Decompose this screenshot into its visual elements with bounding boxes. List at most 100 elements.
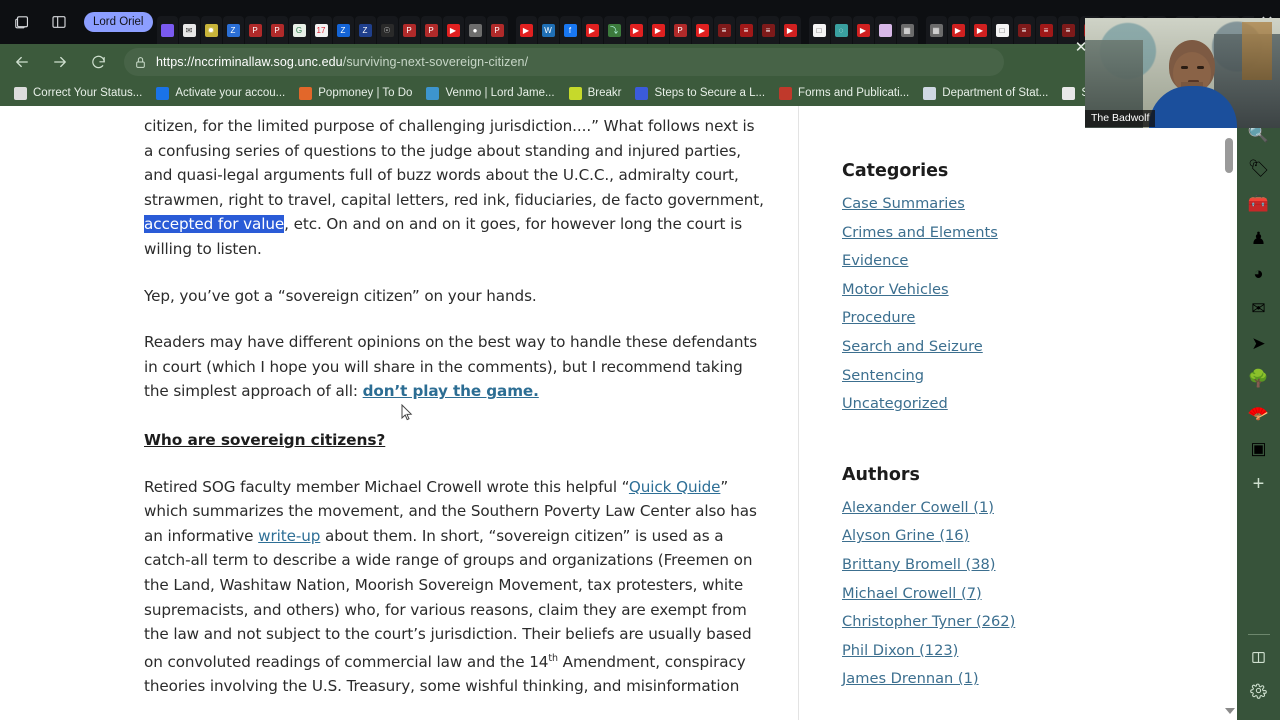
bookmark-item[interactable]: Breakr: [563, 83, 628, 103]
browser-tab[interactable]: ▶: [442, 16, 464, 44]
page-scrollbar[interactable]: [1222, 106, 1237, 720]
category-link[interactable]: Sentencing: [842, 362, 1092, 391]
author-link[interactable]: Brittany Bromell (38): [842, 551, 1092, 580]
browser-tab[interactable]: ▦: [925, 16, 947, 44]
telegram-icon[interactable]: ➤: [1243, 328, 1275, 360]
bookmark-item[interactable]: Steps to Secure a L...: [629, 83, 771, 103]
split-screen-icon[interactable]: [1243, 641, 1275, 673]
sidebar-app-list[interactable]: 🔍 🏷 🧰 ♟ ◕ ✉ ➤ 🌳 🪭 ▣ +: [1243, 118, 1275, 503]
bookmark-item[interactable]: Department of Stat...: [917, 83, 1054, 103]
lock-icon: [134, 56, 147, 69]
browser-tab[interactable]: ▶: [515, 16, 537, 44]
image-icon[interactable]: ▣: [1243, 433, 1275, 465]
browser-tab[interactable]: ▦: [896, 16, 918, 44]
author-link[interactable]: Alyson Grine (16): [842, 522, 1092, 551]
tab-favicon: ≡: [761, 23, 775, 37]
browser-tab[interactable]: [874, 16, 896, 44]
write-up-link[interactable]: write-up: [258, 527, 320, 545]
tab-group-label[interactable]: Lord Oriel: [84, 12, 153, 32]
browser-tab[interactable]: ▶: [581, 16, 603, 44]
drop-icon[interactable]: 🪭: [1243, 398, 1275, 430]
browser-tab[interactable]: P: [486, 16, 508, 44]
outlook-icon[interactable]: ✉: [1243, 293, 1275, 325]
browser-tab[interactable]: □: [808, 16, 830, 44]
shopping-tag-icon[interactable]: 🏷: [1243, 153, 1275, 185]
browser-tab[interactable]: Z: [332, 16, 354, 44]
category-link[interactable]: Crimes and Elements: [842, 219, 1092, 248]
forward-button[interactable]: [44, 47, 76, 77]
scrollbar-thumb[interactable]: [1225, 138, 1233, 173]
tab-actions-icon[interactable]: [44, 7, 74, 37]
category-link[interactable]: Procedure: [842, 304, 1092, 333]
browser-tab[interactable]: ●: [464, 16, 486, 44]
browser-tab[interactable]: [156, 16, 178, 44]
author-link[interactable]: Phil Dixon (123): [842, 637, 1092, 666]
bookmark-item[interactable]: Venmo | Lord Jame...: [420, 83, 560, 103]
dont-play-the-game-link[interactable]: don’t play the game.: [363, 382, 539, 400]
browser-tab[interactable]: 17: [310, 16, 332, 44]
bookmark-item[interactable]: Activate your accou...: [150, 83, 291, 103]
back-button[interactable]: [6, 47, 38, 77]
browser-tab[interactable]: ⤵: [603, 16, 625, 44]
browser-tab[interactable]: f: [559, 16, 581, 44]
webcam-person-eye-right: [1197, 66, 1204, 69]
author-link[interactable]: Christopher Tyner (262): [842, 608, 1092, 637]
category-link[interactable]: Evidence: [842, 247, 1092, 276]
category-link[interactable]: Uncategorized: [842, 390, 1092, 419]
browser-tab[interactable]: ▶: [969, 16, 991, 44]
category-link[interactable]: Case Summaries: [842, 190, 1092, 219]
copilot-icon[interactable]: ◕: [1243, 258, 1275, 290]
browser-tab[interactable]: ▶: [852, 16, 874, 44]
reload-button[interactable]: [82, 47, 114, 77]
browser-tab[interactable]: P: [244, 16, 266, 44]
category-link[interactable]: Search and Seizure: [842, 333, 1092, 362]
tools-briefcase-icon[interactable]: 🧰: [1243, 188, 1275, 220]
author-link[interactable]: Alexander Cowell (1): [842, 494, 1092, 523]
add-sidebar-app-icon[interactable]: +: [1243, 468, 1275, 500]
bookmark-item[interactable]: Forms and Publicati...: [773, 83, 915, 103]
authors-list[interactable]: Alexander Cowell (1) Alyson Grine (16) Bri…: [842, 494, 1092, 694]
browser-tab[interactable]: ≡: [1013, 16, 1035, 44]
browser-tab[interactable]: ☉: [376, 16, 398, 44]
games-icon[interactable]: ♟: [1243, 223, 1275, 255]
webcam-overlay[interactable]: The Badwolf: [1085, 18, 1280, 128]
scrollbar-down-arrow[interactable]: [1225, 708, 1235, 714]
browser-tab[interactable]: P: [420, 16, 442, 44]
browser-tab[interactable]: ◌: [830, 16, 852, 44]
browser-tab[interactable]: ✉: [178, 16, 200, 44]
browser-tab[interactable]: ✹: [200, 16, 222, 44]
browser-tab[interactable]: P: [398, 16, 420, 44]
browser-tab[interactable]: ▶: [947, 16, 969, 44]
category-link[interactable]: Motor Vehicles: [842, 276, 1092, 305]
selected-text[interactable]: accepted for value: [144, 215, 284, 234]
quick-quide-link[interactable]: Quick Quide: [629, 478, 721, 496]
webcam-person-eye-left: [1181, 66, 1188, 69]
browser-tab[interactable]: ▶: [691, 16, 713, 44]
browser-tab[interactable]: G: [288, 16, 310, 44]
browser-tab[interactable]: P: [266, 16, 288, 44]
bookmark-item[interactable]: Popmoney | To Do: [293, 83, 418, 103]
tree-icon[interactable]: 🌳: [1243, 363, 1275, 395]
author-link[interactable]: Michael Crowell (7): [842, 580, 1092, 609]
bookmark-item[interactable]: Correct Your Status...: [8, 83, 148, 103]
browser-tab[interactable]: ≡: [735, 16, 757, 44]
p4-run-4: about them. In short, “sovereign citizen…: [144, 526, 753, 671]
browser-tab[interactable]: ≡: [757, 16, 779, 44]
address-bar[interactable]: https://nccriminallaw.sog.unc.edu/surviv…: [124, 48, 1004, 76]
browser-tab[interactable]: Z: [354, 16, 376, 44]
browser-tab[interactable]: ▶: [779, 16, 801, 44]
browser-tab[interactable]: Z: [222, 16, 244, 44]
browser-tab[interactable]: ≡: [713, 16, 735, 44]
author-link[interactable]: James Drennan (1): [842, 665, 1092, 694]
browser-tab[interactable]: P: [669, 16, 691, 44]
sidebar-settings-icon[interactable]: [1243, 674, 1275, 706]
webcam-close-icon[interactable]: ✕: [1074, 40, 1088, 55]
browser-tab[interactable]: □: [991, 16, 1013, 44]
categories-list[interactable]: Case Summaries Crimes and Elements Evidenc…: [842, 190, 1092, 419]
tab-search-icon[interactable]: [7, 7, 37, 37]
browser-tab[interactable]: W: [537, 16, 559, 44]
p1-run-0: citizen, for the limited purpose of chal…: [144, 117, 764, 209]
browser-tab[interactable]: ≡: [1035, 16, 1057, 44]
browser-tab[interactable]: ▶: [625, 16, 647, 44]
browser-tab[interactable]: ▶: [647, 16, 669, 44]
